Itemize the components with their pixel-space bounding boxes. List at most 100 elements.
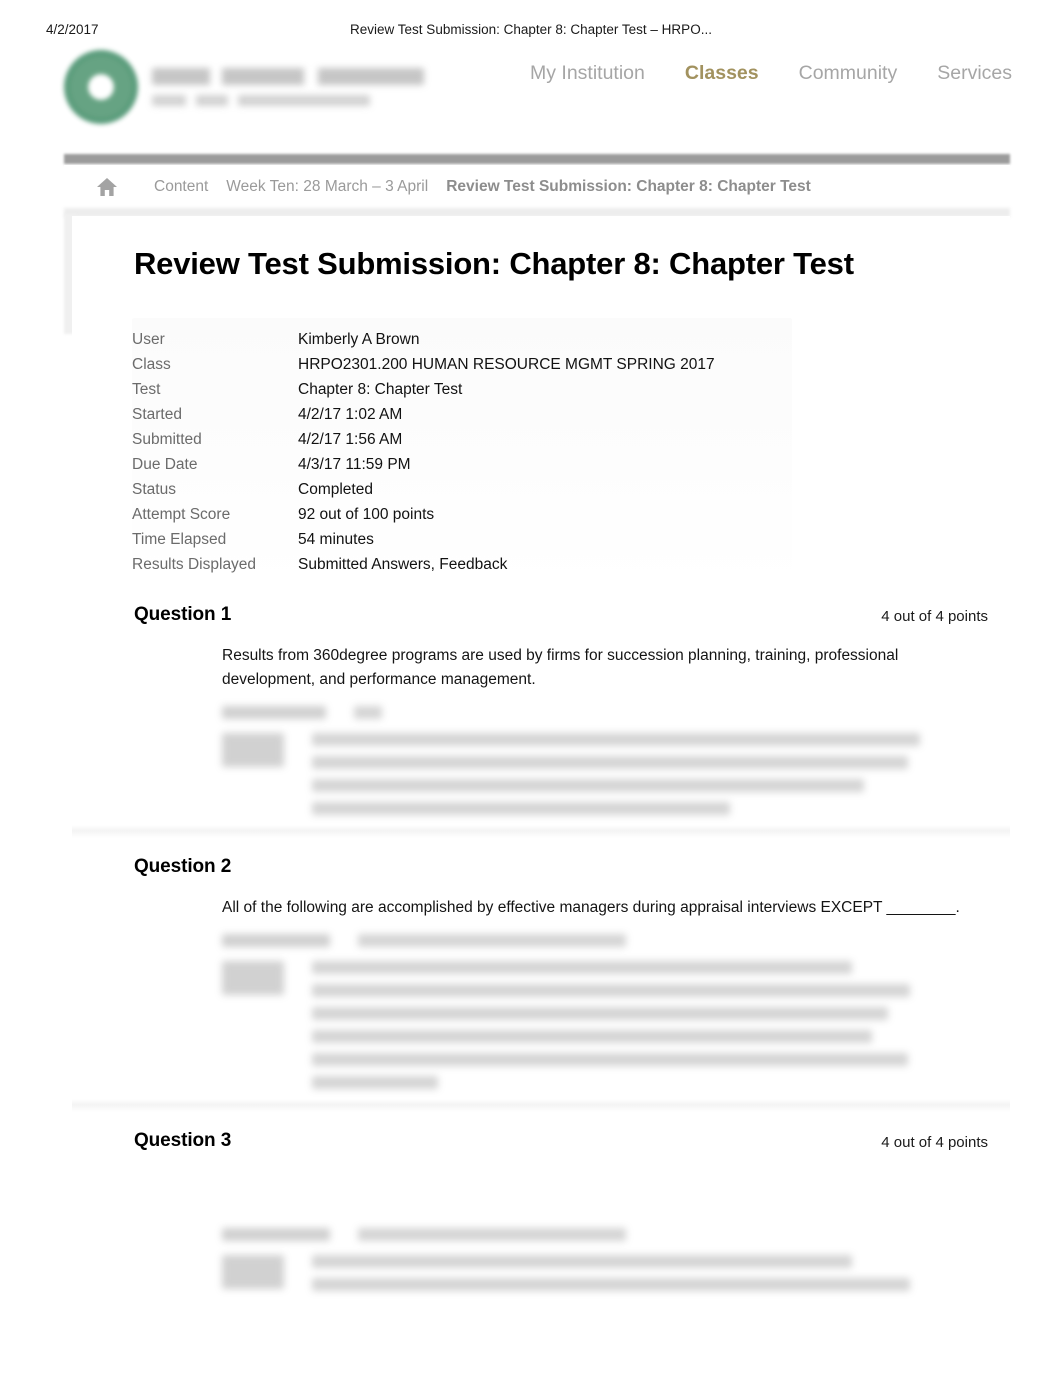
- redacted-value: [354, 706, 382, 719]
- attempt-details-panel: User Kimberly A Brown Class HRPO2301.200…: [132, 318, 792, 586]
- redacted-lines: [312, 961, 970, 1099]
- nav-item-services[interactable]: Services: [937, 62, 1012, 85]
- detail-label-class: Class: [132, 356, 171, 373]
- question-3-points: 4 out of 4 points: [881, 1134, 988, 1151]
- redacted-block: [222, 961, 970, 1099]
- institution-name-line2: [152, 95, 370, 106]
- institution-seal-logo-icon: [64, 50, 138, 124]
- redacted-line: [312, 984, 910, 997]
- question-1-body: Results from 360degree programs are used…: [72, 630, 1010, 825]
- institution-name-wordmark: [152, 68, 424, 106]
- breadcrumb-item-current: Review Test Submission: Chapter 8: Chapt…: [446, 177, 811, 195]
- detail-label-user: User: [132, 331, 165, 348]
- nav-item-community[interactable]: Community: [799, 62, 898, 85]
- detail-value-results-displayed: Submitted Answers, Feedback: [298, 556, 508, 573]
- breadcrumb-item-week-ten[interactable]: Week Ten: 28 March – 3 April: [226, 178, 428, 196]
- nav-item-classes[interactable]: Classes: [685, 62, 759, 85]
- question-block-1: Question 1 4 out of 4 points Results fro…: [72, 586, 1010, 825]
- page-title: Review Test Submission: Chapter 8: Chapt…: [134, 246, 854, 281]
- question-2-body: All of the following are accomplished by…: [72, 882, 1010, 1099]
- redacted-block: [222, 1255, 970, 1301]
- nav-item-my-institution[interactable]: My Institution: [530, 62, 645, 85]
- breadcrumb-item-content[interactable]: Content: [154, 178, 208, 196]
- header-divider: [64, 154, 1010, 164]
- table-row: Status Completed: [132, 477, 715, 502]
- detail-value-user: Kimberly A Brown: [298, 331, 420, 348]
- question-3-header: Question 3 4 out of 4 points: [72, 1130, 1010, 1156]
- redacted-value: [358, 934, 626, 947]
- table-row: Started 4/2/17 1:02 AM: [132, 402, 715, 427]
- redacted-line: [312, 733, 920, 746]
- redacted-lines: [312, 1255, 970, 1301]
- print-page-title: Review Test Submission: Chapter 8: Chapt…: [350, 22, 712, 37]
- redacted-line: [312, 1076, 438, 1089]
- redacted-line: [312, 1278, 910, 1291]
- redacted-tag: [222, 733, 284, 767]
- question-2-title: Question 2: [134, 856, 232, 877]
- page-container: My Institution Classes Community Service…: [46, 44, 1018, 1377]
- detail-label-test: Test: [132, 381, 161, 398]
- detail-label-time-elapsed: Time Elapsed: [132, 531, 227, 548]
- question-block-3: Question 3 4 out of 4 points: [72, 1112, 1010, 1301]
- question-2-text: All of the following are accomplished by…: [222, 899, 960, 916]
- question-3-body: [72, 1156, 1010, 1301]
- table-row: Test Chapter 8: Chapter Test: [132, 377, 715, 402]
- question-separator: [72, 1099, 1010, 1112]
- detail-value-time-elapsed: 54 minutes: [298, 531, 374, 548]
- redacted-row: [222, 706, 970, 719]
- table-row: User Kimberly A Brown: [132, 327, 715, 352]
- detail-value-submitted: 4/2/17 1:56 AM: [298, 431, 403, 448]
- detail-label-due-date: Due Date: [132, 456, 198, 473]
- question-3-title: Question 3: [134, 1130, 232, 1151]
- breadcrumb: Content Week Ten: 28 March – 3 April Rev…: [64, 165, 1010, 208]
- redacted-line: [312, 1053, 908, 1066]
- detail-value-class: HRPO2301.200 HUMAN RESOURCE MGMT SPRING …: [298, 356, 715, 373]
- top-navigation: My Institution Classes Community Service…: [530, 62, 1012, 85]
- redacted-label: [222, 706, 326, 719]
- redacted-label: [222, 1228, 330, 1241]
- question-2-redacted-answer: [222, 934, 970, 1099]
- table-row: Time Elapsed 54 minutes: [132, 527, 715, 552]
- content-area: Review Test Submission: Chapter 8: Chapt…: [72, 216, 1010, 1301]
- question-separator: [72, 825, 1010, 838]
- detail-label-attempt-score: Attempt Score: [132, 506, 231, 523]
- redacted-lines: [312, 733, 970, 825]
- question-1-redacted-answer: [222, 706, 970, 825]
- detail-label-status: Status: [132, 481, 176, 498]
- brand-logo-link[interactable]: [64, 50, 424, 124]
- table-row: Results Displayed Submitted Answers, Fee…: [132, 552, 715, 577]
- detail-label-submitted: Submitted: [132, 431, 202, 448]
- question-1-text: Results from 360degree programs are used…: [222, 647, 899, 688]
- redacted-row: [222, 934, 970, 947]
- detail-label-started: Started: [132, 406, 182, 423]
- redacted-line: [312, 1255, 852, 1268]
- detail-value-test: Chapter 8: Chapter Test: [298, 381, 463, 398]
- redacted-tag: [222, 961, 284, 995]
- attempt-details-table: User Kimberly A Brown Class HRPO2301.200…: [132, 327, 715, 577]
- redacted-tag: [222, 1255, 284, 1289]
- breadcrumb-list: Content Week Ten: 28 March – 3 April Rev…: [154, 178, 811, 196]
- redacted-block: [222, 733, 970, 825]
- redacted-line: [312, 961, 852, 974]
- redacted-line: [312, 756, 908, 769]
- table-row: Due Date 4/3/17 11:59 PM: [132, 452, 715, 477]
- redacted-line: [312, 779, 864, 792]
- redacted-line: [312, 802, 730, 815]
- question-block-2: Question 2 All of the following are acco…: [72, 838, 1010, 1099]
- question-3-redacted-answer: [222, 1228, 970, 1301]
- detail-value-status: Completed: [298, 481, 373, 498]
- institution-name-line1: [152, 68, 424, 85]
- table-row: Attempt Score 92 out of 100 points: [132, 502, 715, 527]
- question-2-header: Question 2: [72, 856, 1010, 882]
- redacted-line: [312, 1030, 872, 1043]
- question-1-header: Question 1 4 out of 4 points: [72, 604, 1010, 630]
- redacted-label: [222, 934, 330, 947]
- home-icon[interactable]: [96, 177, 118, 197]
- table-row: Submitted 4/2/17 1:56 AM: [132, 427, 715, 452]
- question-1-points: 4 out of 4 points: [881, 608, 988, 625]
- detail-value-due-date: 4/3/17 11:59 PM: [298, 456, 411, 473]
- detail-value-attempt-score: 92 out of 100 points: [298, 506, 435, 523]
- site-header: My Institution Classes Community Service…: [46, 44, 1018, 148]
- table-row: Class HRPO2301.200 HUMAN RESOURCE MGMT S…: [132, 352, 715, 377]
- question-1-title: Question 1: [134, 604, 232, 625]
